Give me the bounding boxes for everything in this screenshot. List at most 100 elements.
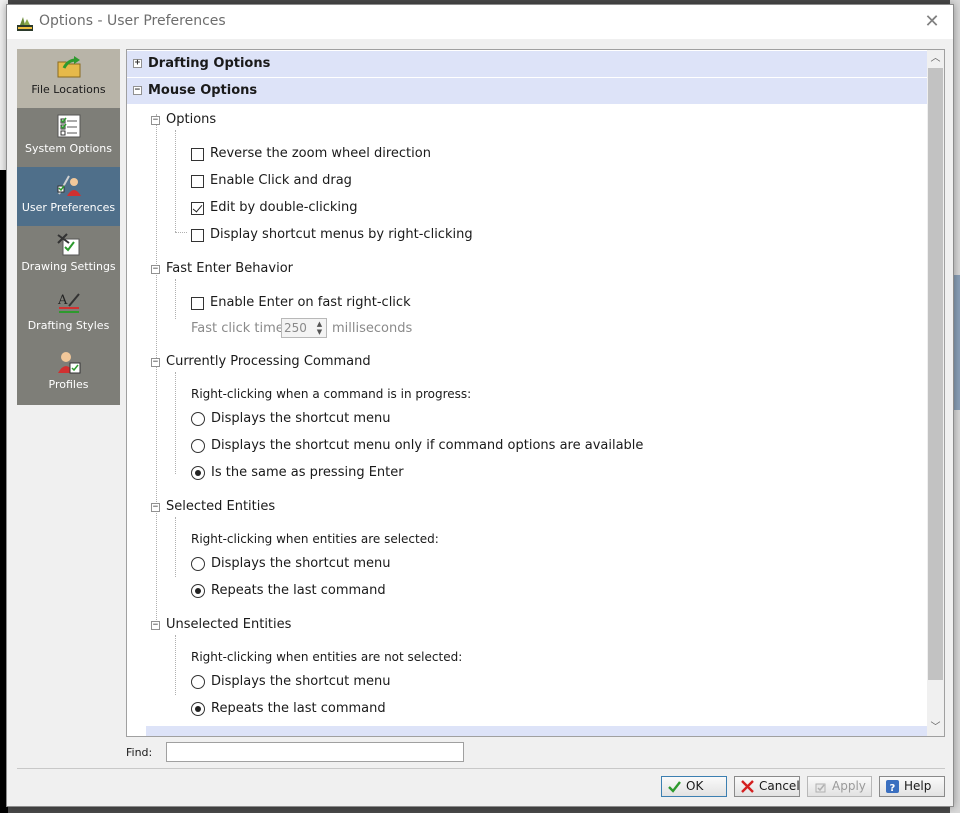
checkbox[interactable] xyxy=(191,148,204,161)
radio-selected-repeat-last[interactable]: Repeats the last command xyxy=(191,583,386,598)
drawing-settings-icon xyxy=(56,233,79,256)
app-logo-icon xyxy=(17,17,33,31)
tree-guide-line xyxy=(175,232,187,233)
collapse-icon[interactable]: − xyxy=(133,86,142,95)
radio-button[interactable] xyxy=(191,557,205,571)
group-label-processing: Currently Processing Command xyxy=(166,354,371,369)
svg-text:A: A xyxy=(57,293,68,308)
radio-button[interactable] xyxy=(191,412,205,426)
option-edit-by-double-clicking[interactable]: Edit by double-clicking xyxy=(191,200,358,215)
category-sidebar: File Locations System Options User Prefe… xyxy=(17,49,120,405)
title-bar[interactable]: Options - User Preferences ✕ xyxy=(7,5,953,39)
option-display-shortcut-menus[interactable]: Display shortcut menus by right-clicking xyxy=(191,227,473,242)
checkbox[interactable] xyxy=(191,297,204,310)
sidebar-item-label: System Options xyxy=(25,142,112,155)
option-label: Is the same as pressing Enter xyxy=(211,465,404,480)
sidebar-item-label: User Preferences xyxy=(21,201,116,214)
close-icon: ✕ xyxy=(924,11,940,32)
scroll-down-icon[interactable]: ﹀ xyxy=(927,719,944,736)
processing-caption: Right-clicking when a command is in prog… xyxy=(191,387,472,401)
radio-button[interactable] xyxy=(191,702,205,716)
cancel-button[interactable]: Cancel xyxy=(734,776,800,797)
scrollbar-thumb[interactable] xyxy=(928,68,943,680)
spinner-arrows-icon[interactable]: ▲ ▼ xyxy=(314,320,325,336)
svg-text:?: ? xyxy=(890,783,896,794)
option-label: Edit by double-clicking xyxy=(210,200,358,215)
checkmark-icon xyxy=(668,781,681,793)
ok-button[interactable]: OK xyxy=(661,776,727,797)
option-label: Reverse the zoom wheel direction xyxy=(210,146,431,161)
group-label-fast-enter: Fast Enter Behavior xyxy=(166,261,294,276)
radio-button[interactable] xyxy=(191,675,205,689)
ok-label: OK xyxy=(686,779,704,793)
sidebar-item-profiles[interactable]: Profiles xyxy=(17,344,120,403)
scroll-up-icon[interactable]: ︿ xyxy=(927,50,944,67)
radio-selected-shortcut-menu[interactable]: Displays the shortcut menu xyxy=(191,556,390,571)
help-label: Help xyxy=(904,779,932,793)
radio-button[interactable] xyxy=(191,584,205,598)
folder-arrow-icon xyxy=(57,56,80,78)
options-tree-panel: + Drafting Options − Mouse Options − Opt… xyxy=(126,49,945,737)
fast-click-time-unit: milliseconds xyxy=(332,321,413,336)
close-button[interactable]: ✕ xyxy=(917,9,947,35)
group-label-unselected-entities: Unselected Entities xyxy=(166,617,292,632)
checklist-icon xyxy=(57,114,80,138)
user-preferences-icon xyxy=(57,175,81,196)
checkbox[interactable] xyxy=(191,229,204,242)
radio-processing-same-as-enter[interactable]: Is the same as pressing Enter xyxy=(191,465,404,480)
find-input[interactable] xyxy=(166,742,464,762)
options-dialog: Options - User Preferences ✕ File Locati… xyxy=(6,4,954,807)
section-header-drafting-options[interactable]: + Drafting Options xyxy=(127,51,927,77)
group-label-options: Options xyxy=(166,112,217,127)
apply-icon xyxy=(815,783,826,793)
tree-guide-line xyxy=(175,130,176,232)
option-label: Enable Click and drag xyxy=(210,173,352,188)
section-label: Mouse Options xyxy=(148,83,258,98)
group-label-selected-entities: Selected Entities xyxy=(166,499,276,514)
collapse-icon[interactable]: − xyxy=(151,503,160,512)
expand-icon[interactable]: + xyxy=(133,59,142,68)
profiles-icon xyxy=(57,352,80,374)
collapse-icon[interactable]: − xyxy=(151,116,160,125)
option-reverse-zoom-wheel[interactable]: Reverse the zoom wheel direction xyxy=(191,146,431,161)
radio-processing-shortcut-menu-if-options[interactable]: Displays the shortcut menu only if comma… xyxy=(191,438,643,453)
fast-click-time-label: Fast click time: xyxy=(191,321,289,336)
radio-unselected-shortcut-menu[interactable]: Displays the shortcut menu xyxy=(191,674,390,689)
sidebar-item-drawing-settings[interactable]: Drawing Settings xyxy=(17,226,120,285)
collapse-icon[interactable]: − xyxy=(151,621,160,630)
tree-scrollbar[interactable]: ︿ ﹀ xyxy=(927,50,944,736)
apply-button[interactable]: Apply xyxy=(807,776,872,797)
sidebar-item-label: Drafting Styles xyxy=(27,319,110,332)
window-title: Options - User Preferences xyxy=(39,13,226,29)
options-tree: + Drafting Options − Mouse Options − Opt… xyxy=(127,50,927,736)
sidebar-item-user-preferences[interactable]: User Preferences xyxy=(17,167,120,226)
option-enable-click-and-drag[interactable]: Enable Click and drag xyxy=(191,173,352,188)
tree-guide-line xyxy=(175,517,176,577)
help-button[interactable]: ? Help xyxy=(879,776,945,797)
spinner-value: 250 xyxy=(284,321,307,335)
selected-entities-caption: Right-clicking when entities are selecte… xyxy=(191,532,439,546)
radio-processing-shortcut-menu[interactable]: Displays the shortcut menu xyxy=(191,411,390,426)
sidebar-item-file-locations[interactable]: File Locations xyxy=(17,49,120,108)
drafting-styles-icon: A xyxy=(57,293,80,313)
collapse-icon[interactable]: − xyxy=(151,265,160,274)
section-header-mouse-options[interactable]: − Mouse Options xyxy=(127,78,927,104)
sidebar-item-system-options[interactable]: System Options xyxy=(17,108,120,167)
section-label: Drafting Options xyxy=(148,56,271,71)
sidebar-item-drafting-styles[interactable]: A Drafting Styles xyxy=(17,285,120,344)
option-label: Repeats the last command xyxy=(211,701,386,716)
apply-label: Apply xyxy=(832,779,866,793)
fast-click-time-spinner[interactable]: 250 ▲ ▼ xyxy=(281,318,327,338)
collapse-icon[interactable]: − xyxy=(151,358,160,367)
next-section-header-partial xyxy=(146,726,927,736)
radio-button[interactable] xyxy=(191,439,205,453)
red-x-icon xyxy=(741,780,754,793)
option-label: Displays the shortcut menu xyxy=(211,556,391,571)
checkbox[interactable] xyxy=(191,175,204,188)
fast-click-time-row: Fast click time: xyxy=(191,321,288,336)
sidebar-item-label: File Locations xyxy=(31,83,106,96)
radio-unselected-repeat-last[interactable]: Repeats the last command xyxy=(191,701,386,716)
option-enable-enter-fast-right-click[interactable]: Enable Enter on fast right-click xyxy=(191,295,411,310)
radio-button[interactable] xyxy=(191,466,205,480)
checkbox[interactable] xyxy=(191,202,204,215)
